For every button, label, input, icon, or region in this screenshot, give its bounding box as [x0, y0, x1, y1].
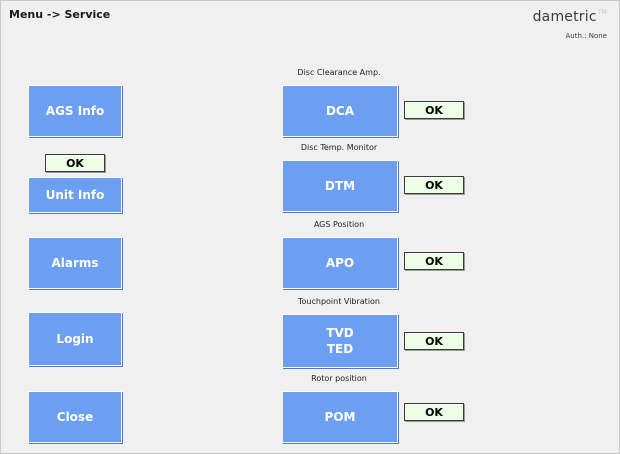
- service-screen: Menu -> Service dametricTM Auth.: None A…: [0, 0, 620, 454]
- apo-status: OK: [404, 252, 464, 270]
- dca-button[interactable]: DCA: [282, 85, 398, 137]
- unit-info-status: OK: [45, 154, 105, 172]
- alarms-button[interactable]: Alarms: [28, 237, 122, 289]
- pom-button[interactable]: POM: [282, 391, 398, 443]
- dtm-caption: Disc Temp. Monitor: [300, 143, 378, 152]
- pom-status: OK: [404, 403, 464, 421]
- tvd-ted-button[interactable]: TVD TED: [282, 314, 398, 368]
- auth-status: Auth.: None: [565, 32, 607, 40]
- brand-logo: dametricTM: [533, 9, 607, 25]
- breadcrumb: Menu -> Service: [9, 8, 111, 21]
- ags-info-button[interactable]: AGS Info: [28, 85, 122, 137]
- tvd-ted-caption: Touchpoint Vibration: [297, 297, 381, 306]
- apo-button[interactable]: APO: [282, 237, 398, 289]
- dtm-button[interactable]: DTM: [282, 160, 398, 212]
- dca-caption: Disc Clearance Amp.: [297, 68, 381, 77]
- brand-name: dametric: [532, 9, 597, 25]
- dtm-status: OK: [404, 176, 464, 194]
- apo-caption: AGS Position: [313, 220, 365, 229]
- tvd-ted-status: OK: [404, 332, 464, 350]
- pom-caption: Rotor position: [311, 374, 367, 383]
- login-button[interactable]: Login: [28, 312, 122, 366]
- dca-status: OK: [404, 101, 464, 119]
- brand-trademark: TM: [597, 9, 607, 16]
- close-button[interactable]: Close: [28, 391, 122, 443]
- unit-info-button[interactable]: Unit Info: [28, 177, 122, 213]
